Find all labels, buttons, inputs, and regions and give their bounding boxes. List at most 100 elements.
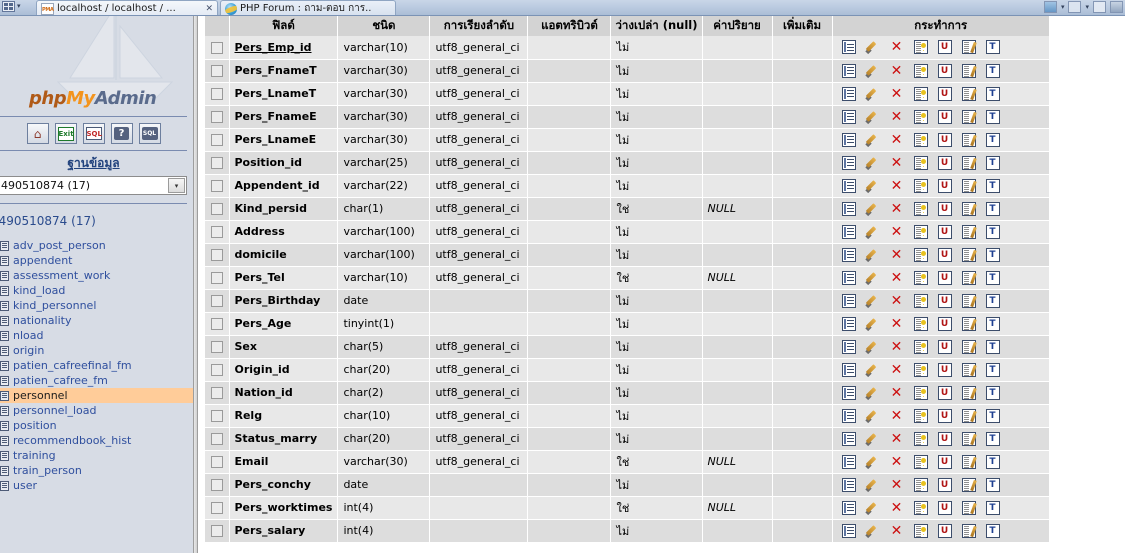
drop-icon[interactable]: ✕ <box>890 202 904 216</box>
browse-icon[interactable] <box>841 408 856 423</box>
drop-icon[interactable]: ✕ <box>890 64 904 78</box>
row-checkbox-cell[interactable] <box>205 450 230 474</box>
table-row[interactable]: Origin_id char(20) utf8_general_ci ไม่ ✕ U T <box>205 358 1050 382</box>
browse-icon[interactable] <box>841 431 856 446</box>
browse-icon[interactable] <box>841 339 856 354</box>
edit-pencil-icon[interactable] <box>866 455 880 469</box>
sidebar-table-training[interactable]: training <box>0 448 193 463</box>
table-row[interactable]: Email varchar(30) utf8_general_ci ใช่ NULL ✕ U… <box>205 450 1050 474</box>
browse-icon[interactable] <box>841 523 856 538</box>
primary-key-icon[interactable] <box>913 201 928 216</box>
browse-icon[interactable] <box>841 385 856 400</box>
edit-pencil-icon[interactable] <box>866 179 880 193</box>
fulltext-icon[interactable]: T <box>985 293 1000 308</box>
sidebar-table-recommendbook_hist[interactable]: recommendbook_hist <box>0 433 193 448</box>
column-header-default[interactable]: ค่าปริยาย <box>702 16 773 36</box>
primary-key-icon[interactable] <box>913 132 928 147</box>
primary-key-icon[interactable] <box>913 224 928 239</box>
table-row[interactable]: Address varchar(100) utf8_general_ci ไม่ ✕ U T <box>205 220 1050 244</box>
table-row[interactable]: Appendent_id varchar(22) utf8_general_ci ไม… <box>205 174 1050 198</box>
row-checkbox-cell[interactable] <box>205 82 230 106</box>
cell-field[interactable]: Pers_Tel <box>229 266 339 290</box>
index-icon[interactable] <box>961 454 976 469</box>
drop-icon[interactable]: ✕ <box>890 225 904 239</box>
browse-icon[interactable] <box>841 132 856 147</box>
drop-icon[interactable]: ✕ <box>890 133 904 147</box>
cell-field[interactable]: Status_marry <box>229 427 339 451</box>
edit-pencil-icon[interactable] <box>866 432 880 446</box>
row-checkbox[interactable] <box>210 387 223 399</box>
row-checkbox[interactable] <box>210 134 223 146</box>
index-icon[interactable] <box>961 431 976 446</box>
primary-key-icon[interactable] <box>913 477 928 492</box>
edit-pencil-icon[interactable] <box>866 156 880 170</box>
edit-pencil-icon[interactable] <box>866 363 880 377</box>
unique-index-icon[interactable]: U <box>937 201 952 216</box>
unique-index-icon[interactable]: U <box>937 224 952 239</box>
fulltext-icon[interactable]: T <box>985 339 1000 354</box>
table-row[interactable]: Sex char(5) utf8_general_ci ไม่ ✕ U T <box>205 335 1050 359</box>
index-icon[interactable] <box>961 270 976 285</box>
edit-pencil-icon[interactable] <box>866 202 880 216</box>
row-checkbox[interactable] <box>210 341 223 353</box>
browse-icon[interactable] <box>841 155 856 170</box>
unique-index-icon[interactable]: U <box>937 293 952 308</box>
fulltext-icon[interactable]: T <box>985 40 1000 55</box>
tab-list-icon[interactable] <box>2 1 15 12</box>
table-row[interactable]: Nation_id char(2) utf8_general_ci ไม่ ✕ U T <box>205 381 1050 405</box>
row-checkbox[interactable] <box>210 180 223 192</box>
browse-icon[interactable] <box>841 86 856 101</box>
row-checkbox[interactable] <box>210 295 223 307</box>
print-icon[interactable] <box>1110 1 1123 13</box>
edit-pencil-icon[interactable] <box>866 501 880 515</box>
drop-icon[interactable]: ✕ <box>890 271 904 285</box>
sidebar-table-nationality[interactable]: nationality <box>0 313 193 328</box>
primary-key-icon[interactable] <box>913 247 928 262</box>
cell-field[interactable]: Sex <box>229 335 339 359</box>
edit-pencil-icon[interactable] <box>866 110 880 124</box>
cell-field[interactable]: Position_id <box>229 151 339 175</box>
row-checkbox[interactable] <box>210 456 223 468</box>
unique-index-icon[interactable]: U <box>937 132 952 147</box>
primary-key-icon[interactable] <box>913 178 928 193</box>
cell-field[interactable]: Pers_FnameT <box>229 59 339 83</box>
edit-pencil-icon[interactable] <box>866 133 880 147</box>
sidebar-table-assessment_work[interactable]: assessment_work <box>0 268 193 283</box>
row-checkbox[interactable] <box>210 433 223 445</box>
table-row[interactable]: domicile varchar(100) utf8_general_ci ไม่ ✕ U… <box>205 243 1050 267</box>
frame-resizer[interactable] <box>193 16 198 553</box>
unique-index-icon[interactable]: U <box>937 431 952 446</box>
help-icon[interactable]: ? <box>110 123 133 144</box>
unique-index-icon[interactable]: U <box>937 247 952 262</box>
cell-field[interactable]: Pers_LnameT <box>229 82 339 106</box>
browse-icon[interactable] <box>841 316 856 331</box>
index-icon[interactable] <box>961 40 976 55</box>
unique-index-icon[interactable]: U <box>937 270 952 285</box>
fulltext-icon[interactable]: T <box>985 178 1000 193</box>
row-checkbox[interactable] <box>210 479 223 491</box>
sidebar-table-patien_cafreefinal_fm[interactable]: patien_cafreefinal_fm <box>0 358 193 373</box>
primary-key-icon[interactable] <box>913 523 928 538</box>
fulltext-icon[interactable]: T <box>985 316 1000 331</box>
unique-index-icon[interactable]: U <box>937 523 952 538</box>
chevron-down-icon[interactable]: ▾ <box>1085 2 1089 13</box>
table-row[interactable]: Pers_conchy date ไม่ ✕ U T <box>205 473 1050 497</box>
sidebar-table-patien_cafree_fm[interactable]: patien_cafree_fm <box>0 373 193 388</box>
drop-icon[interactable]: ✕ <box>890 524 904 538</box>
row-checkbox[interactable] <box>210 249 223 261</box>
drop-icon[interactable]: ✕ <box>890 501 904 515</box>
table-row[interactable]: Pers_worktimes int(4) ใช่ NULL ✕ U T <box>205 496 1050 520</box>
unique-index-icon[interactable]: U <box>937 362 952 377</box>
index-icon[interactable] <box>961 339 976 354</box>
drop-icon[interactable]: ✕ <box>890 386 904 400</box>
browse-icon[interactable] <box>841 224 856 239</box>
close-icon[interactable]: ✕ <box>205 4 213 14</box>
sidebar-table-adv_post_person[interactable]: adv_post_person <box>0 238 193 253</box>
primary-key-icon[interactable] <box>913 109 928 124</box>
index-icon[interactable] <box>961 86 976 101</box>
index-icon[interactable] <box>961 293 976 308</box>
unique-index-icon[interactable]: U <box>937 178 952 193</box>
row-checkbox[interactable] <box>210 410 223 422</box>
column-header-null[interactable]: ว่างเปล่า (null) <box>610 16 703 36</box>
index-icon[interactable] <box>961 224 976 239</box>
